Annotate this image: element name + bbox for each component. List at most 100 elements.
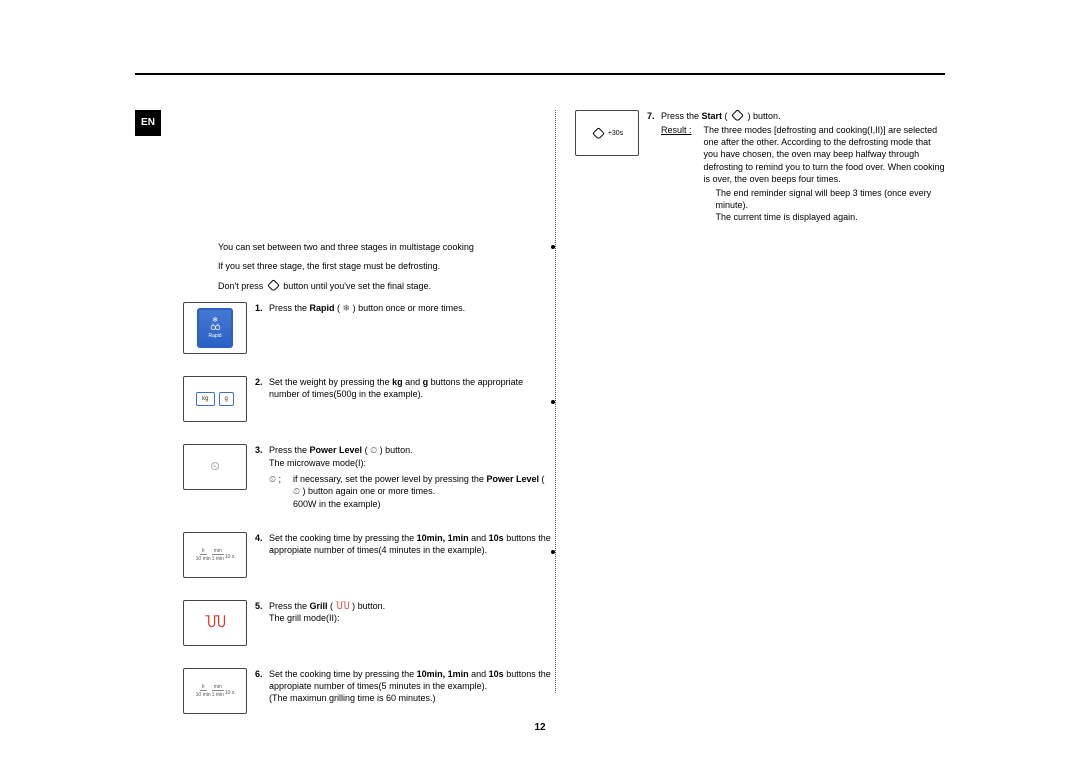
step-number: 7. — [647, 110, 661, 223]
bold-text: Start — [702, 111, 723, 121]
grill-icon: ႮႮ — [205, 614, 225, 631]
rapid-button-icon: ŎŎ Rapid — [183, 302, 247, 354]
grill-icon-box: ႮႮ — [183, 600, 247, 646]
text: ( — [722, 111, 730, 121]
step-5: ႮႮ 5. Press the Grill ( ႮႮ ) button. The… — [183, 600, 553, 646]
bold-text: 10min, 1min — [417, 669, 469, 679]
step-body: Press the Power Level ( ⏲ ) button. The … — [269, 444, 553, 510]
result-block: Result : The three modes [defrosting and… — [661, 124, 945, 223]
text: ( — [539, 474, 545, 484]
column-divider — [555, 110, 556, 693]
grill-inline-icon: ႮႮ — [336, 600, 350, 612]
text: ) button. — [377, 445, 413, 455]
right-column: +30s 7. Press the Start ( ) button. Resu… — [575, 110, 945, 713]
bold-text: Rapid — [310, 303, 335, 313]
text: h — [200, 684, 207, 691]
divider-dot — [551, 550, 555, 554]
text: 600W in the example) — [293, 499, 381, 509]
start-button-icon: +30s — [575, 110, 639, 156]
time-buttons-icon: h10 min min1 min 10 s — [183, 532, 247, 578]
text: ( — [362, 445, 370, 455]
power-inline-icon: ⏲ — [293, 485, 300, 497]
g-button: g — [219, 392, 234, 406]
text: The grill mode(II): — [269, 613, 340, 623]
step-7: +30s 7. Press the Start ( ) button. Resu… — [575, 110, 945, 223]
power-inline-icon: ⏲ — [269, 473, 276, 485]
text: 10 min — [196, 556, 211, 562]
text: ) button once or more times. — [350, 303, 465, 313]
left-column: You can set between two and three stages… — [183, 110, 553, 713]
text: (The maximun grilling time is 60 minutes… — [269, 693, 436, 703]
step-body: Set the cooking time by pressing the 10m… — [269, 532, 553, 556]
text: The three modes [defrosting and cooking(… — [704, 125, 945, 184]
step-number: 5. — [255, 600, 269, 625]
step-body: Press the Grill ( ႮႮ ) button. The grill… — [269, 600, 553, 625]
text: ) button again one or more times. — [300, 486, 435, 496]
kg-button: kg — [196, 392, 214, 406]
manual-page: EN You can set between two and three sta… — [0, 0, 1080, 763]
time-buttons-icon: h10 min min1 min 10 s — [183, 668, 247, 714]
steps-list: ŎŎ Rapid 1. Press the Rapid ( ❄ ) button… — [183, 302, 553, 714]
text: and — [469, 533, 489, 543]
step-number: 2. — [255, 376, 269, 400]
page-number: 12 — [0, 722, 1080, 733]
step-body: Set the cooking time by pressing the 10m… — [269, 668, 553, 704]
text: Press the — [661, 111, 702, 121]
bold-text: Grill — [310, 601, 328, 611]
result-text: The three modes [defrosting and cooking(… — [704, 124, 945, 223]
text: h — [200, 548, 207, 555]
text: button until you've set the final stage. — [281, 281, 431, 291]
step-1: ŎŎ Rapid 1. Press the Rapid ( ❄ ) button… — [183, 302, 553, 354]
kg-g-icon: kg g — [183, 376, 247, 422]
text: Press the — [269, 445, 310, 455]
bold-text: 10min, 1min — [417, 533, 469, 543]
text: if necessary, set the power level by pre… — [293, 474, 486, 484]
text: 1 min — [212, 556, 224, 562]
sub-item: ⏲ ; if necessary, set the power level by… — [269, 473, 553, 510]
bold-text: 10s — [489, 533, 504, 543]
language-badge: EN — [135, 110, 161, 136]
result-label: Result : — [661, 124, 692, 223]
text: Press the — [269, 601, 310, 611]
intro-line: If you set three stage, the first stage … — [218, 259, 553, 274]
divider-dot — [551, 245, 555, 249]
start-diamond-icon — [731, 109, 744, 122]
snowflake-icon — [212, 316, 218, 324]
intro-block: You can set between two and three stages… — [183, 240, 553, 294]
text: 10 min — [196, 692, 211, 698]
bold-text: Power Level — [486, 474, 539, 484]
microwave-icon: ⏲ — [210, 459, 219, 474]
power-level-icon: ⏲ — [183, 444, 247, 490]
text: ; — [279, 474, 282, 484]
step-6: h10 min min1 min 10 s 6. Set the cooking… — [183, 668, 553, 714]
text: ) button. — [350, 601, 386, 611]
step-number: 1. — [255, 302, 269, 315]
text: The current time is displayed again. — [716, 212, 858, 222]
text: ) button. — [745, 111, 781, 121]
text: The end reminder signal will beep 3 time… — [716, 188, 932, 210]
drops-icon: ŎŎ — [211, 325, 220, 332]
step-2: kg g 2. Set the weight by pressing the k… — [183, 376, 553, 422]
text: 10 s — [225, 554, 234, 560]
step-body: Press the Start ( ) button. Result : The… — [661, 110, 945, 223]
text: and — [469, 669, 489, 679]
step-body: Press the Rapid ( ❄ ) button once or mor… — [269, 302, 553, 315]
text: ( — [335, 303, 343, 313]
text: Set the weight by pressing the — [269, 377, 392, 387]
intro-line: Don't press button until you've set the … — [218, 279, 553, 294]
text: Set the cooking time by pressing the — [269, 533, 417, 543]
top-divider — [135, 73, 945, 75]
divider-dot — [551, 400, 555, 404]
bold-text: kg — [392, 377, 403, 387]
text: ( — [328, 601, 336, 611]
text: 1 min — [212, 692, 224, 698]
start-diamond-icon — [267, 279, 280, 292]
step-body: Set the weight by pressing the kg and g … — [269, 376, 553, 400]
bold-text: Power Level — [310, 445, 363, 455]
bold-text: 10s — [489, 669, 504, 679]
text: The microwave mode(I): — [269, 458, 366, 468]
start-label: +30s — [608, 130, 623, 137]
intro-line: You can set between two and three stages… — [218, 240, 553, 255]
step-4: h10 min min1 min 10 s 4. Set the cooking… — [183, 532, 553, 578]
rapid-label: Rapid — [208, 333, 221, 339]
